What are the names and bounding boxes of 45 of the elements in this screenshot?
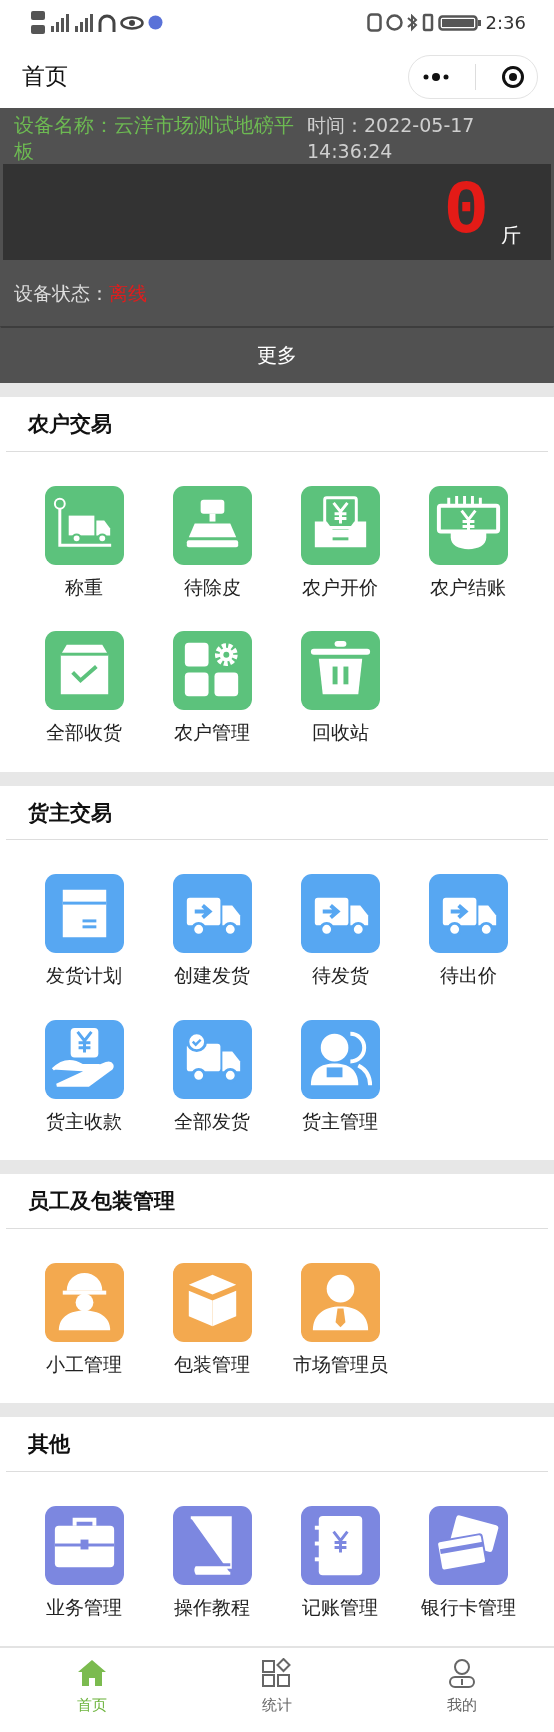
tab[interactable]: 我的: [369, 1648, 554, 1732]
menu-tile[interactable]: 包装管理: [148, 1262, 276, 1378]
section-title: 其他: [27, 1431, 71, 1458]
device-time: 时间：2022-05-17 14:36:24: [307, 113, 476, 164]
menu-tile[interactable]: 发货计划: [20, 874, 148, 990]
more-icon[interactable]: [421, 71, 450, 82]
menu-tile[interactable]: 待发货: [276, 874, 404, 990]
device-name: 设备名称：云洋市场测试地磅平板: [14, 112, 295, 164]
section-title: 员工及包装管理: [27, 1188, 176, 1215]
menu-tile[interactable]: 待除皮: [148, 485, 276, 601]
menu-tile[interactable]: 待出价: [404, 874, 532, 990]
grid-icon: [261, 1658, 293, 1688]
menu-tile[interactable]: 回收站: [276, 631, 404, 747]
menu-tile[interactable]: 业务管理: [20, 1505, 148, 1621]
signal-icon: [50, 12, 70, 33]
eye-icon: [120, 15, 144, 30]
menu-tile[interactable]: 货主管理: [276, 1019, 404, 1135]
page-title: 首页: [22, 62, 68, 92]
status-label: 设备状态：: [14, 280, 109, 306]
menu-tile[interactable]: 记账管理: [276, 1505, 404, 1621]
clock-time: 2:36: [485, 11, 526, 35]
headphones-icon: [98, 12, 116, 33]
close-icon[interactable]: [500, 64, 525, 89]
signal-icon: [74, 12, 94, 33]
menu-tile[interactable]: 小工管理: [20, 1262, 148, 1378]
menu-tile[interactable]: 银行卡管理: [404, 1505, 532, 1621]
menu-tile[interactable]: 创建发货: [148, 874, 276, 990]
section-title: 货主交易: [27, 799, 113, 827]
menu-tile[interactable]: 货主收款: [20, 1019, 148, 1135]
section-title: 农户交易: [27, 411, 113, 438]
menu-tile[interactable]: 农户结账: [404, 485, 532, 601]
menu-tile[interactable]: 称重: [20, 485, 148, 601]
menu-tile[interactable]: 农户管理: [148, 631, 276, 747]
battery-icon: [437, 14, 482, 31]
menu-tile[interactable]: 操作教程: [148, 1505, 276, 1621]
weight-value: 0: [443, 174, 489, 250]
menu-tile[interactable]: 全部发货: [148, 1019, 276, 1135]
weight-unit: 斤: [501, 222, 521, 249]
sim-icon: [30, 9, 46, 36]
menu-tile[interactable]: 市场管理员: [276, 1262, 404, 1378]
bluetooth-icon: [406, 13, 418, 32]
menu-tile[interactable]: 农户开价: [276, 485, 404, 601]
menu-tile[interactable]: 全部收货: [20, 631, 148, 747]
status-value: 离线: [109, 280, 147, 306]
tab[interactable]: 统计: [184, 1648, 370, 1732]
